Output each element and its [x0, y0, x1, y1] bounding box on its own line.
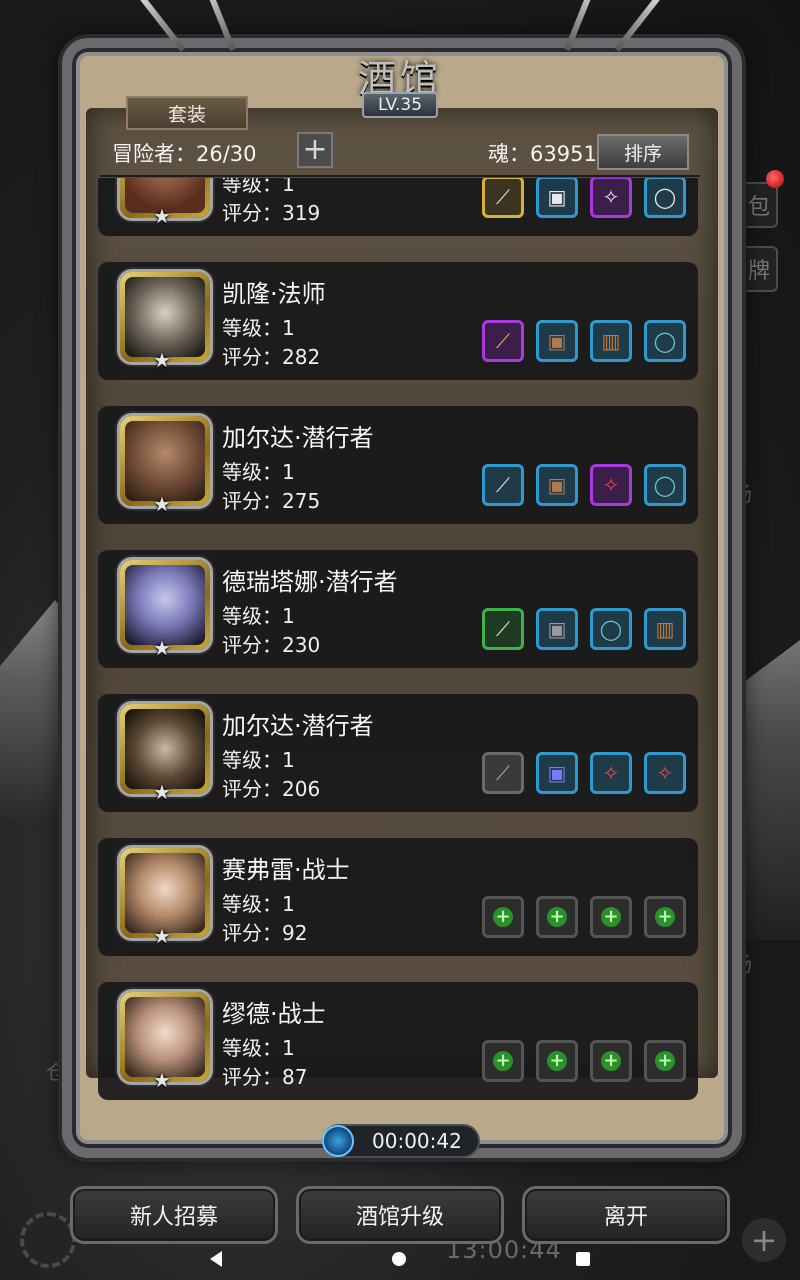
tab-suit[interactable]: 套装 [126, 96, 248, 130]
recent-apps-icon[interactable] [576, 1252, 590, 1266]
hero-avatar [125, 853, 205, 933]
weapon-icon[interactable]: ⟋ [482, 178, 524, 218]
upgrade-tavern-button[interactable]: 酒馆升级 [296, 1186, 504, 1244]
amulet-icon[interactable]: ✧ [590, 464, 632, 506]
hero-card[interactable]: ★ 凯隆·法师 等级：1 评分：282 ⟋ ▣ ▥ ◯ [98, 262, 698, 380]
hero-name: 加尔达·潜行者 [222, 712, 374, 740]
hero-level: 等级：1 [222, 604, 295, 628]
empty-armor-slot-icon[interactable]: + [536, 896, 578, 938]
hero-card[interactable]: ★ 赛弗雷·战士 等级：1 评分：92 + + + + [98, 838, 698, 956]
ring-icon[interactable]: ◯ [644, 464, 686, 506]
hero-card[interactable]: ★ 德瑞塔娜·潜行者 等级：1 评分：230 ⟋ ▣ ◯ ▥ [98, 550, 698, 668]
hero-avatar [125, 709, 205, 789]
empty-accessory-slot-icon[interactable]: + [590, 1040, 632, 1082]
hero-list[interactable]: ★ 等级：1 评分：319 ⟋ ▣ ✧ ◯ ★ 凯隆·法师 等级：1 评分：28… [98, 178, 698, 1100]
armor-icon[interactable]: ▣ [536, 608, 578, 650]
ring-icon[interactable]: ◯ [644, 320, 686, 362]
dagger-icon[interactable]: ⟋ [482, 752, 524, 794]
refresh-timer: 00:00:42 [322, 1124, 480, 1158]
empty-accessory-slot-icon[interactable]: + [644, 896, 686, 938]
ring-icon[interactable]: ◯ [644, 178, 686, 218]
tavern-level-badge: LV.35 [362, 92, 438, 118]
hero-avatar [125, 565, 205, 645]
hero-avatar [125, 421, 205, 501]
star-icon: ★ [153, 204, 171, 228]
back-icon[interactable] [210, 1251, 222, 1267]
armor-icon[interactable]: ▣ [536, 178, 578, 218]
adventurer-count: 冒险者：26/30 [112, 142, 257, 166]
star-icon: ★ [153, 348, 171, 372]
star-icon: ★ [153, 924, 171, 948]
hero-name: 德瑞塔娜·潜行者 [222, 568, 398, 596]
star-icon: ★ [153, 492, 171, 516]
empty-weapon-slot-icon[interactable]: + [482, 896, 524, 938]
hero-score: 评分：275 [222, 489, 321, 513]
hero-avatar [125, 277, 205, 357]
staff-icon[interactable]: ⟋ [482, 320, 524, 362]
hero-level: 等级：1 [222, 892, 295, 916]
amulet-icon[interactable]: ✧ [590, 752, 632, 794]
home-icon[interactable] [392, 1252, 406, 1266]
hero-card[interactable]: ★ 缪德·战士 等级：1 评分：87 + + + + [98, 982, 698, 1100]
hero-name: 凯隆·法师 [222, 280, 326, 308]
hero-card[interactable]: ★ 加尔达·潜行者 等级：1 评分：206 ⟋ ▣ ✧ ✧ [98, 694, 698, 812]
empty-accessory-slot-icon[interactable]: + [644, 1040, 686, 1082]
amulet-icon[interactable]: ✧ [644, 752, 686, 794]
hero-card[interactable]: ★ 等级：1 评分：319 ⟋ ▣ ✧ ◯ [98, 178, 698, 236]
amulet-icon[interactable]: ✧ [590, 178, 632, 218]
armor-icon[interactable]: ▣ [536, 464, 578, 506]
empty-accessory-slot-icon[interactable]: + [590, 896, 632, 938]
side-label: 包 [747, 195, 770, 220]
side-label: 牌 [747, 259, 770, 284]
sort-button[interactable]: 排序 [597, 134, 689, 170]
hero-card[interactable]: ★ 加尔达·潜行者 等级：1 评分：275 ⟋ ▣ ✧ ◯ [98, 406, 698, 524]
hero-score: 评分：87 [222, 1065, 308, 1089]
hero-name: 赛弗雷·战士 [222, 856, 350, 884]
panel-crown-decoration [100, 0, 700, 52]
star-icon: ★ [153, 636, 171, 660]
dagger-icon[interactable]: ⟋ [482, 608, 524, 650]
notification-dot [766, 170, 784, 188]
star-icon: ★ [153, 1068, 171, 1092]
ring-icon[interactable]: ◯ [590, 608, 632, 650]
hero-name: 缪德·战士 [222, 1000, 326, 1028]
bracer-icon[interactable]: ▥ [644, 608, 686, 650]
hero-level: 等级：1 [222, 1036, 295, 1060]
armor-icon[interactable]: ▣ [536, 752, 578, 794]
hero-score: 评分：206 [222, 777, 321, 801]
hero-score: 评分：319 [222, 201, 321, 225]
leave-button[interactable]: 离开 [522, 1186, 730, 1244]
soul-currency: 魂：63951 [488, 142, 597, 166]
header-divider [100, 175, 700, 177]
hero-avatar [125, 997, 205, 1077]
hero-score: 评分：92 [222, 921, 308, 945]
hero-name: 加尔达·潜行者 [222, 424, 374, 452]
armor-icon[interactable]: ▣ [536, 320, 578, 362]
clock-icon [322, 1125, 354, 1157]
bracer-icon[interactable]: ▥ [590, 320, 632, 362]
hero-level: 等级：1 [222, 748, 295, 772]
hero-level: 等级：1 [222, 316, 295, 340]
star-icon: ★ [153, 780, 171, 804]
empty-armor-slot-icon[interactable]: + [536, 1040, 578, 1082]
timer-text: 00:00:42 [372, 1129, 462, 1153]
dagger-icon[interactable]: ⟋ [482, 464, 524, 506]
empty-weapon-slot-icon[interactable]: + [482, 1040, 524, 1082]
add-adventurer-slot-button[interactable]: + [297, 132, 333, 168]
hero-level: 等级：1 [222, 460, 295, 484]
system-navigation-bar [0, 1238, 800, 1280]
hero-score: 评分：230 [222, 633, 321, 657]
hero-level: 等级：1 [222, 178, 295, 196]
recruit-button[interactable]: 新人招募 [70, 1186, 278, 1244]
hero-score: 评分：282 [222, 345, 321, 369]
